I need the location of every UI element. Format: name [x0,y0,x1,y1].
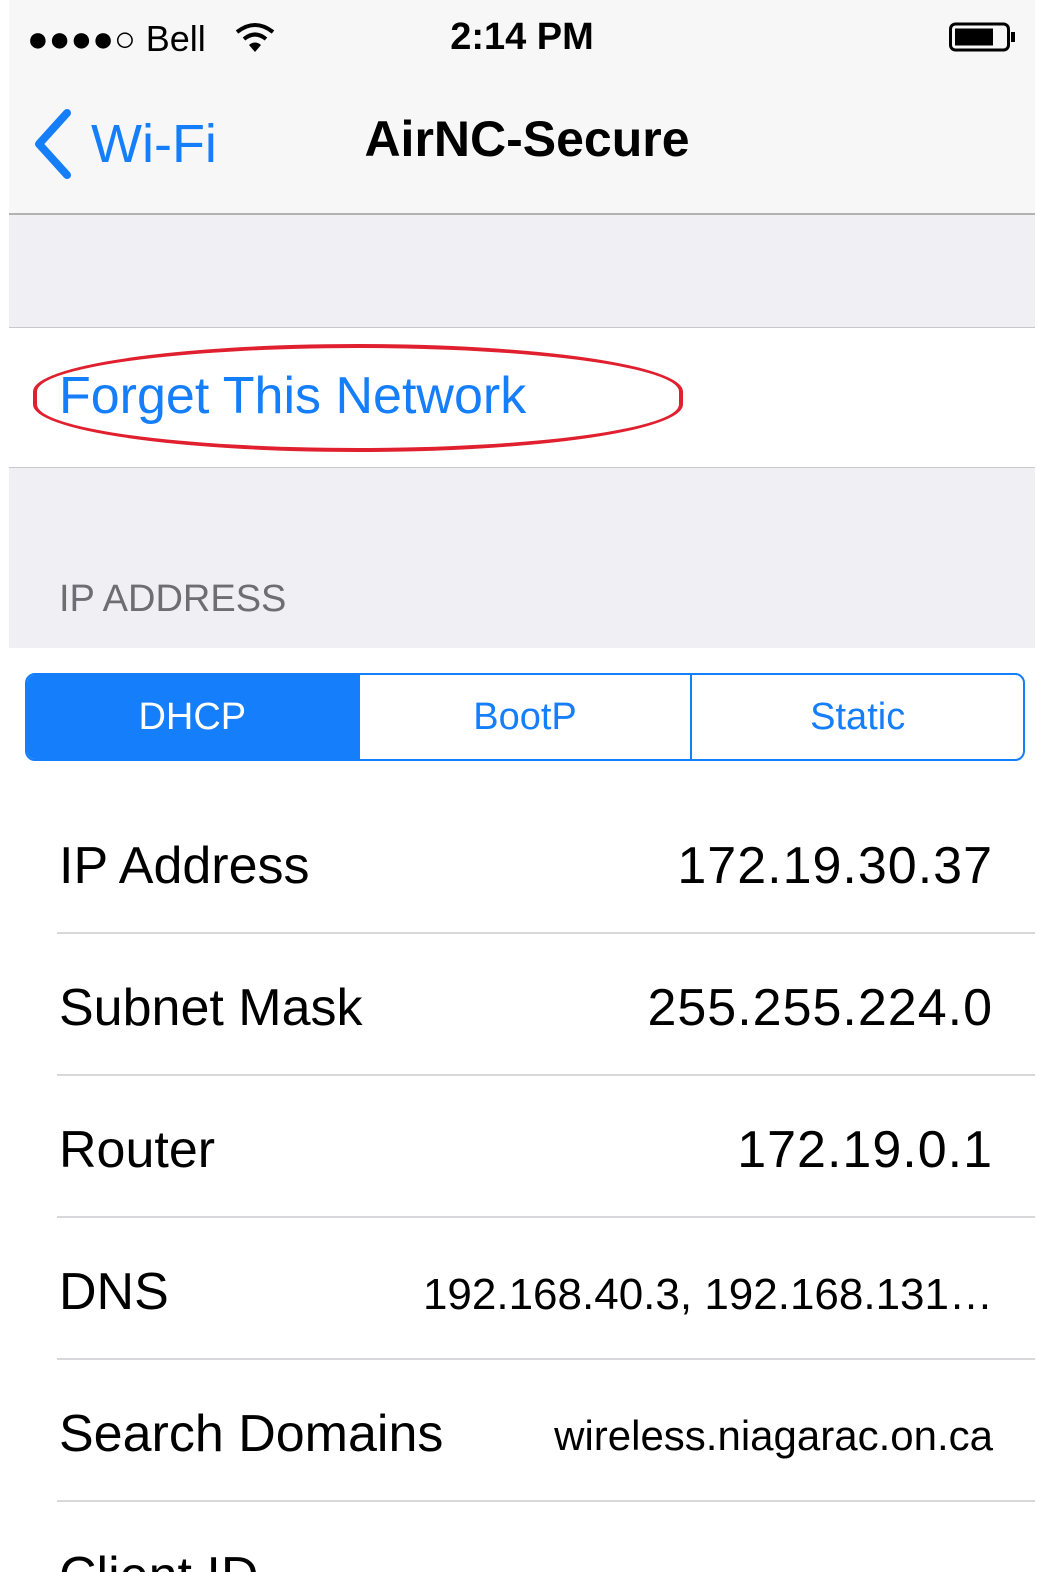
dns-row: DNS 192.168.40.3, 192.168.131… [57,1218,1035,1360]
page-title: AirNC-Secure [364,111,690,167]
ip-settings-group: DHCP BootP Static IP Address 172.19.30.3… [9,648,1035,1572]
status-bar: ●●●●○ Bell 2:14 PM [9,0,1035,80]
segment-dhcp[interactable]: DHCP [27,675,358,759]
row-label: Router [59,1121,216,1179]
forget-network-row[interactable]: Forget This Network [9,328,1035,468]
ip-mode-segmented-control[interactable]: DHCP BootP Static [25,673,1025,761]
row-label: DNS [59,1263,169,1321]
row-value: 192.168.40.3, 192.168.131… [422,1270,993,1319]
ip-address-row: IP Address 172.19.30.37 [57,792,1035,934]
status-time: 2:14 PM [450,16,594,58]
subnet-mask-row: Subnet Mask 255.255.224.0 [57,934,1035,1076]
top-bar: ●●●●○ Bell 2:14 PM Wi-Fi AirNC-Secure [9,0,1035,215]
row-value: 172.19.0.1 [737,1121,993,1179]
ip-detail-list: IP Address 172.19.30.37 Subnet Mask 255.… [9,792,1035,1572]
row-label: Search Domains [59,1405,444,1463]
forget-network-button[interactable]: Forget This Network [59,366,526,426]
segment-bootp[interactable]: BootP [357,675,691,759]
client-id-row: Client ID [57,1502,1035,1572]
section-spacer [9,215,1035,328]
row-value: 172.19.30.37 [677,837,993,895]
phone-screen: ●●●●○ Bell 2:14 PM Wi-Fi AirNC-Secure Fo… [9,0,1035,1572]
search-domains-row: Search Domains wireless.niagarac.on.ca [57,1360,1035,1502]
row-value: 255.255.224.0 [647,979,993,1037]
section-header: IP ADDRESS [59,578,287,620]
battery-icon [949,22,1015,52]
ip-section-header-area: IP ADDRESS [9,468,1035,648]
row-label: Client ID [59,1546,258,1572]
row-value: wireless.niagarac.on.ca [554,1412,993,1459]
row-label: Subnet Mask [59,979,363,1037]
router-row: Router 172.19.0.1 [57,1076,1035,1218]
row-label: IP Address [59,837,310,895]
segment-static[interactable]: Static [690,675,1023,759]
